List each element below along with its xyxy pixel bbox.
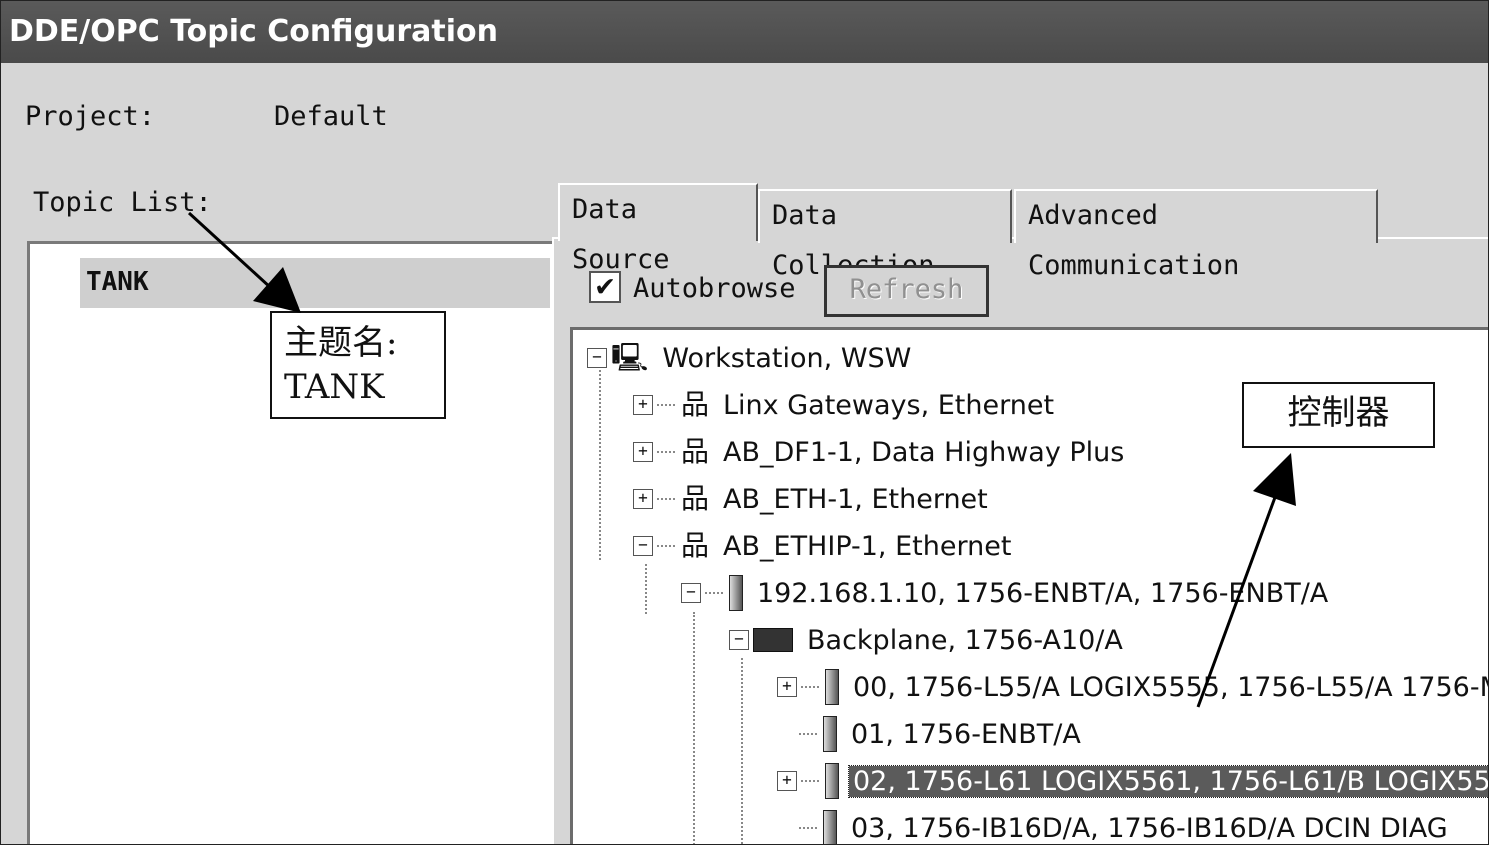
arrow-head	[1253, 453, 1296, 506]
annotation-arrows	[187, 211, 1296, 708]
dde-opc-topic-configuration-window: DDE/OPC Topic Configuration Project: Def…	[0, 0, 1489, 845]
arrow-line	[1196, 480, 1283, 708]
tab-data-source[interactable]: Data Source	[558, 183, 758, 275]
arrow-head	[253, 267, 301, 313]
